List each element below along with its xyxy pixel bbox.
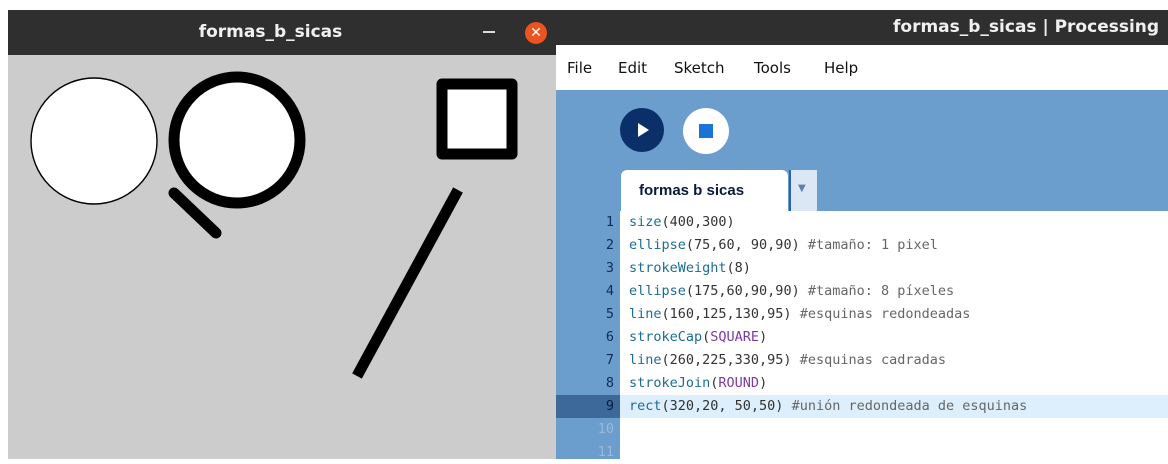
chevron-down-icon: ▼ — [798, 183, 806, 194]
code-line[interactable]: 5 line(160,125,130,95) #esquinas redondea… — [556, 303, 1168, 326]
line-number: 8 — [605, 375, 614, 391]
code-token: (160,125,130,95) — [661, 306, 800, 322]
line-number: 9 — [605, 398, 614, 414]
code-line[interactable]: 8 strokeJoin(ROUND) — [556, 372, 1168, 395]
tab-menu-button[interactable]: ▼ — [789, 170, 817, 211]
code-token: SQUARE — [710, 329, 760, 345]
ide-titlebar[interactable]: formas_b_sicas | Processing — [556, 10, 1168, 45]
thin-circle — [30, 77, 158, 205]
line-number: 6 — [605, 329, 614, 345]
code-text: line(260,225,330,95) #esquinas cadradas — [629, 349, 946, 372]
stop-icon — [699, 124, 713, 138]
code-token: ROUND — [718, 375, 760, 391]
code-line[interactable]: 2 ellipse(75,60, 90,90) #tamaño: 1 pixel — [556, 234, 1168, 257]
sketch-titlebar[interactable]: formas_b_sicas ✕ — [8, 10, 556, 55]
code-line[interactable]: 7 line(260,225,330,95) #esquinas cadradas — [556, 349, 1168, 372]
line-number: 11 — [597, 444, 614, 460]
sketch-window: formas_b_sicas ✕ — [8, 10, 556, 459]
code-line[interactable]: 1 size(400,300) — [556, 211, 1168, 234]
sketch-canvas — [8, 55, 556, 459]
code-token: (8) — [726, 260, 751, 276]
code-text: ellipse(75,60, 90,90) #tamaño: 1 pixel — [629, 234, 938, 257]
code-token: line — [629, 306, 662, 322]
code-token: (400,300) — [661, 214, 735, 230]
code-token: (175,60,90,90) — [685, 283, 808, 299]
sketch-window-title: formas_b_sicas — [198, 22, 343, 42]
line-number: 7 — [605, 352, 614, 368]
line-number: 5 — [605, 306, 614, 322]
line-number: 2 — [605, 237, 614, 253]
code-text: rect(320,20, 50,50) #unión redondeada de… — [629, 395, 1027, 418]
code-token: #esquinas redondeadas — [799, 306, 971, 322]
tab-label: formas b sicas — [639, 182, 745, 199]
menu-bar: File Edit Sketch Tools Help — [556, 45, 1168, 90]
thick-circle — [168, 71, 306, 209]
code-token: strokeJoin — [629, 375, 711, 391]
menu-help[interactable]: Help — [824, 45, 858, 90]
code-token: rect — [629, 398, 662, 414]
code-token: ) — [759, 375, 768, 391]
code-token: #tamaño: 8 píxeles — [807, 283, 955, 299]
code-token: line — [629, 352, 662, 368]
code-token: ellipse — [629, 237, 686, 253]
processing-ide: formas_b_sicas | Processing File Edit Sk… — [556, 0, 1168, 460]
code-text: size(400,300) — [629, 211, 735, 234]
line-number: 3 — [605, 260, 614, 276]
menu-edit[interactable]: Edit — [618, 45, 647, 90]
code-token: (320,20, 50,50) — [661, 398, 792, 414]
code-line[interactable]: 4 ellipse(175,60,90,90) #tamaño: 8 píxele… — [556, 280, 1168, 303]
code-text: line(160,125,130,95) #esquinas redondead… — [629, 303, 970, 326]
toolbar: formas b sicas ▼ — [556, 90, 1168, 211]
code-token: strokeWeight — [629, 260, 727, 276]
close-button[interactable]: ✕ — [525, 22, 547, 44]
menu-file[interactable]: File — [567, 45, 592, 90]
code-line[interactable]: 10 — [556, 418, 1168, 441]
line-number: 1 — [605, 214, 614, 230]
code-token: ) — [759, 329, 768, 345]
minimize-icon[interactable] — [483, 31, 495, 33]
line-number: 4 — [605, 283, 614, 299]
code-line[interactable]: 6 strokeCap(SQUARE) — [556, 326, 1168, 349]
code-text: strokeJoin(ROUND) — [629, 372, 767, 395]
code-token: #unión redondeada de esquinas — [791, 398, 1028, 414]
code-line[interactable]: 9 rect(320,20, 50,50) #unión redondeada d… — [556, 395, 1168, 418]
line-number: 10 — [597, 421, 614, 437]
code-line[interactable]: 11 — [556, 441, 1168, 464]
menu-tools[interactable]: Tools — [754, 45, 791, 90]
code-token: (260,225,330,95) — [661, 352, 800, 368]
round-join-square — [436, 78, 518, 160]
run-button[interactable] — [620, 108, 664, 152]
tab-formas-b-sicas[interactable]: formas b sicas — [621, 170, 788, 211]
code-token: (75,60, 90,90) — [685, 237, 808, 253]
code-token: strokeCap — [629, 329, 703, 345]
code-token: size — [629, 214, 662, 230]
code-token: ellipse — [629, 283, 686, 299]
ide-window-title: formas_b_sicas | Processing — [893, 17, 1160, 37]
code-editor[interactable]: 1 size(400,300) 2 ellipse(75,60, 90,90) #ta… — [556, 211, 1168, 460]
code-token: #tamaño: 1 pixel — [807, 237, 938, 253]
code-text: ellipse(175,60,90,90) #tamaño: 8 píxeles — [629, 280, 954, 303]
code-text: strokeWeight(8) — [629, 257, 751, 280]
play-icon — [638, 123, 649, 137]
code-text: strokeCap(SQUARE) — [629, 326, 767, 349]
code-token: #esquinas cadradas — [799, 352, 946, 368]
stop-button[interactable] — [683, 108, 729, 154]
menu-sketch[interactable]: Sketch — [674, 45, 725, 90]
code-line[interactable]: 3 strokeWeight(8) — [556, 257, 1168, 280]
